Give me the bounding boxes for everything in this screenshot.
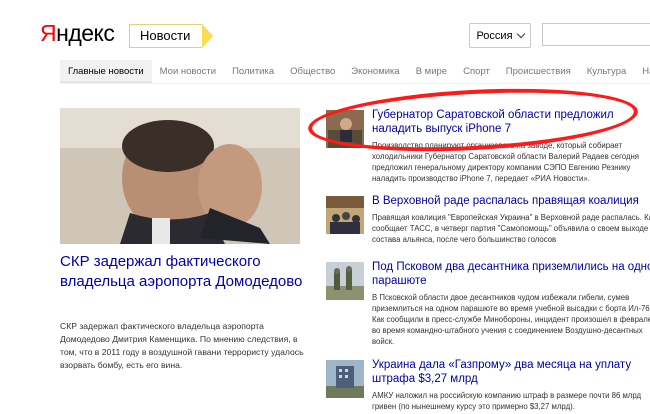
tab-main-news[interactable]: Главные новости [60, 60, 152, 83]
main-story-title[interactable]: СКР задержал фактического владельца аэро… [60, 252, 310, 292]
tab-science[interactable]: Наука [634, 60, 650, 83]
chevron-down-icon [516, 29, 525, 39]
tab-culture[interactable]: Культура [579, 60, 635, 83]
news-text: Правящая коалиция "Европейская Украина" … [372, 213, 650, 244]
news-title[interactable]: Губернатор Саратовской области предложил… [372, 108, 650, 136]
category-tabs: Главные новости Мои новости Политика Общ… [60, 60, 650, 83]
tabs-divider [60, 83, 650, 84]
main-story-text: СКР задержал фактического владельца аэро… [60, 321, 304, 370]
logo-text: ндекс [56, 20, 115, 46]
tab-politics[interactable]: Политика [224, 60, 282, 83]
yandex-logo[interactable]: Яндекс [40, 20, 115, 47]
main-story-photo[interactable] [60, 108, 300, 244]
tab-economy[interactable]: Экономика [343, 60, 407, 83]
tab-world[interactable]: В мире [408, 60, 455, 83]
logo-letter: Я [40, 20, 57, 46]
news-thumbnail[interactable] [326, 262, 364, 300]
news-title[interactable]: Под Псковом два десантника приземлились … [372, 260, 650, 288]
tab-sport[interactable]: Спорт [455, 60, 498, 83]
tab-society[interactable]: Общество [282, 60, 343, 83]
region-label: Россия [476, 29, 513, 42]
news-thumbnail[interactable] [326, 360, 364, 398]
news-text: В Псковской области двое десантников чуд… [372, 293, 650, 346]
news-title[interactable]: Украина дала «Газпрому» два месяца на уп… [372, 358, 650, 386]
tab-my-news[interactable]: Мои новости [152, 60, 224, 83]
region-select[interactable]: Россия [469, 23, 531, 48]
search-input[interactable] [542, 23, 650, 46]
section-tag-news[interactable]: Новости [129, 24, 214, 48]
tab-incidents[interactable]: Происшествия [498, 60, 579, 83]
news-text: АМКУ наложил на российскую компанию штра… [372, 391, 642, 411]
news-thumbnail[interactable] [326, 196, 364, 234]
news-title[interactable]: В Верховной раде распалась правящая коал… [372, 194, 650, 208]
news-text: Производство планируют организовать на з… [372, 141, 640, 183]
news-thumbnail[interactable] [326, 110, 364, 148]
